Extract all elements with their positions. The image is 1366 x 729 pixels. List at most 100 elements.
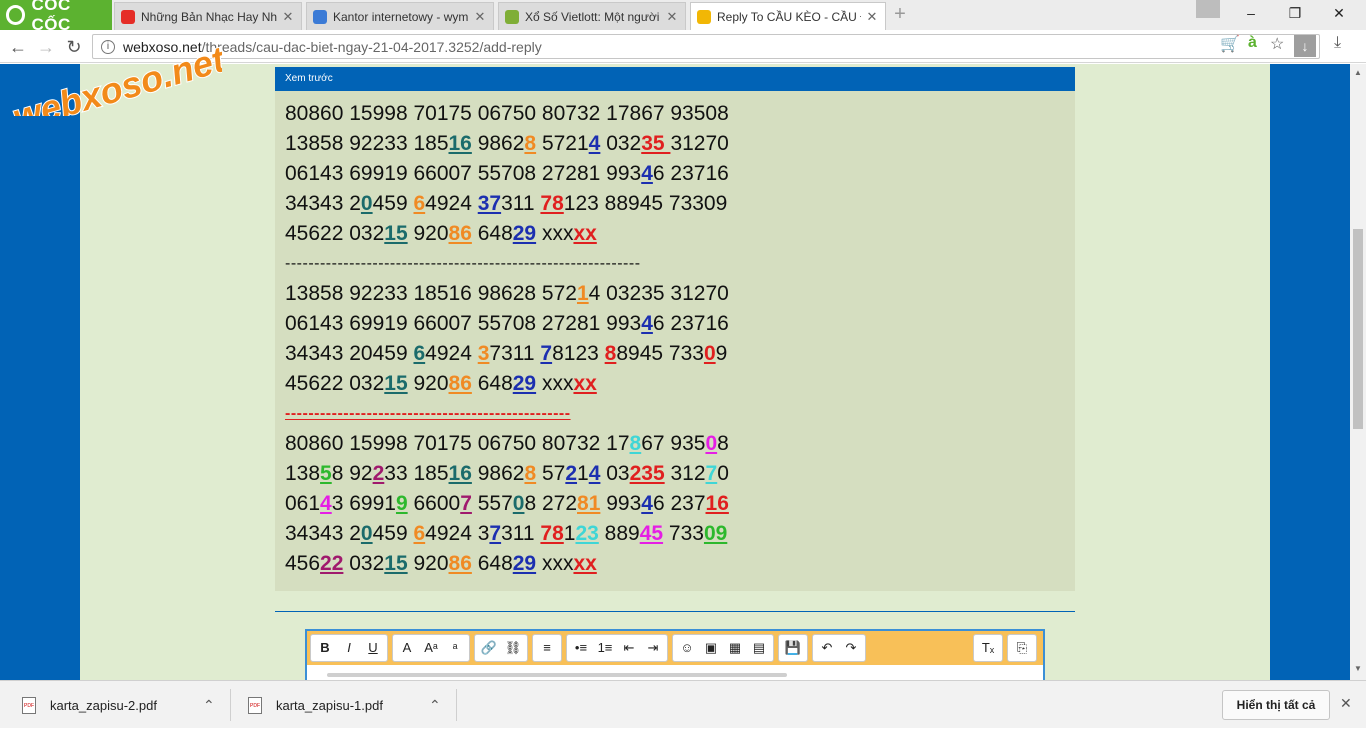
highlighted-digits: 15 (384, 552, 408, 575)
forward-icon[interactable]: → (34, 35, 58, 59)
scroll-thumb[interactable] (1353, 229, 1363, 429)
toolbar-group: Tₓ (973, 634, 1003, 662)
info-icon[interactable]: i (101, 39, 115, 54)
tab-2[interactable]: Kantor internetowy - wymi ✕ (306, 2, 494, 30)
number-text: 57 (536, 462, 566, 485)
reload-icon[interactable]: ↻ (62, 35, 86, 59)
tab-4[interactable]: Reply To CẦU KÈO - CẦU Đ ✕ (690, 2, 886, 30)
number-text: 6 23716 (652, 162, 729, 185)
number-text: 733 (663, 522, 704, 545)
link-button[interactable]: 🔗 (477, 636, 501, 660)
close-window-button[interactable]: ✕ (1316, 2, 1362, 24)
number-text: xxx (536, 552, 574, 575)
highlighted-digits: 235 (629, 462, 665, 485)
page-content: Xem trước 80860 15998 70175 06750 80732 … (0, 64, 1350, 680)
save-draft-button[interactable]: 💾 (781, 636, 805, 660)
number-text: 8945 733 (616, 342, 704, 365)
minimize-button[interactable]: – (1228, 2, 1274, 24)
tab-close-icon[interactable]: ✕ (865, 9, 879, 25)
url-host: webxoso.net (123, 38, 202, 55)
highlighted-digits: 35 (641, 132, 671, 155)
highlighted-digits: 0 (360, 522, 373, 545)
number-text: 0 (717, 462, 729, 485)
font-family-button[interactable]: ᵃ (443, 636, 467, 660)
toggle-source-button[interactable]: ⎘ (1010, 636, 1034, 660)
reply-editor[interactable]: B I U A Aᵃ ᵃ 🔗 ⛓ ≡ •≡ 1≡ ⇤ ⇥ ☺ ▣ ▦ ▤ 💾 ↶ ↷ Tₓ ⎘ (305, 629, 1045, 680)
number-text: 03 (600, 462, 630, 485)
number-row: 45622 03215 92086 64829 xxxxx (285, 219, 1065, 249)
tab-close-icon[interactable]: ✕ (665, 9, 679, 25)
toolbar-group: ↶ ↷ (812, 634, 866, 662)
number-text: 032 (343, 552, 385, 575)
highlighted-digits: 6 (413, 192, 426, 215)
font-size-button[interactable]: Aᵃ (419, 636, 443, 660)
text-color-button[interactable]: A (395, 636, 419, 660)
star-icon[interactable]: ☆ (1270, 34, 1284, 54)
address-bar[interactable]: i webxoso.net/threads/cau-dac-biet-ngay-… (92, 34, 1320, 59)
number-text: 459 (372, 522, 414, 545)
italic-button[interactable]: I (337, 636, 361, 660)
numbered-list-button[interactable]: 1≡ (593, 636, 617, 660)
number-text: 920 (407, 222, 449, 245)
number-text: 34343 20459 (285, 342, 414, 365)
undo-button[interactable]: ↶ (815, 636, 839, 660)
scroll-down-icon[interactable]: ▼ (1354, 664, 1362, 673)
close-icon[interactable]: ✕ (1340, 695, 1352, 712)
translate-icon[interactable]: à (1248, 34, 1257, 52)
chevron-up-icon[interactable]: ⌃ (429, 697, 441, 714)
highlighted-digits: 0 (703, 342, 716, 365)
number-row: 13858 92233 18516 98628 57214 03235 3127… (285, 129, 1065, 159)
number-text: 456 (285, 552, 321, 575)
underline-button[interactable]: U (361, 636, 385, 660)
align-button[interactable]: ≡ (535, 636, 559, 660)
highlighted-digits: 16 (448, 132, 472, 155)
smilie-button[interactable]: ☺ (675, 636, 699, 660)
tab-1[interactable]: Những Bản Nhạc Hay Nhất ✕ (114, 2, 302, 30)
coccoc-menu-button[interactable]: CỐC CỐC (0, 0, 112, 34)
restore-button[interactable]: ❐ (1272, 2, 1318, 24)
tab-close-icon[interactable]: ✕ (473, 9, 487, 25)
unlink-button[interactable]: ⛓ (501, 636, 525, 660)
number-text: 31270 (670, 132, 729, 155)
highlighted-digits: 2 (565, 462, 578, 485)
back-icon[interactable]: ← (6, 35, 30, 59)
highlighted-digits: 7 (489, 522, 502, 545)
page-scrollbar[interactable]: ▲ ▼ (1350, 64, 1366, 680)
remove-format-button[interactable]: Tₓ (976, 636, 1000, 660)
highlighted-digits: xx (573, 372, 597, 395)
profile-icon[interactable] (1196, 0, 1220, 18)
outdent-button[interactable]: ⇤ (617, 636, 641, 660)
tab-3[interactable]: Xổ Số Vietlott: Một người t ✕ (498, 2, 686, 30)
editor-scrollbar[interactable] (327, 673, 787, 677)
downloads-icon[interactable]: ⤓ (1334, 34, 1341, 52)
highlighted-digits: 45 (639, 522, 664, 545)
indent-button[interactable]: ⇥ (641, 636, 665, 660)
highlighted-digits: 8 (524, 462, 537, 485)
redo-button[interactable]: ↷ (839, 636, 863, 660)
number-text: 06143 69919 66007 55708 27281 993 (285, 162, 642, 185)
number-text: 648 (471, 222, 513, 245)
number-text: 311 (501, 192, 541, 215)
number-row: 34343 20459 64924 37311 78123 88945 7330… (285, 189, 1065, 219)
number-text: 8 (717, 432, 729, 455)
download-item[interactable]: PDF karta_zapisu-2.pdf ⌃ (22, 681, 215, 729)
download-filename: karta_zapisu-2.pdf (50, 697, 157, 713)
scroll-up-icon[interactable]: ▲ (1354, 68, 1362, 77)
number-text: 4924 (425, 342, 478, 365)
highlighted-digits: xx (573, 552, 597, 575)
bullet-list-button[interactable]: •≡ (569, 636, 593, 660)
highlighted-digits: 4 (641, 312, 653, 335)
highlighted-digits: 4 (320, 492, 332, 515)
highlighted-digits: 29 (512, 552, 537, 575)
quote-button[interactable]: ▤ (747, 636, 771, 660)
new-tab-button[interactable]: + (890, 4, 910, 24)
chevron-up-icon[interactable]: ⌃ (203, 697, 215, 714)
cart-icon[interactable]: 🛒 (1220, 34, 1240, 54)
download-item[interactable]: PDF karta_zapisu-1.pdf ⌃ (248, 681, 441, 729)
media-button[interactable]: ▦ (723, 636, 747, 660)
show-all-downloads-button[interactable]: Hiển thị tất cả (1222, 690, 1330, 720)
tab-close-icon[interactable]: ✕ (281, 9, 295, 25)
bold-button[interactable]: B (313, 636, 337, 660)
download-icon[interactable]: ↓ (1294, 35, 1316, 57)
image-button[interactable]: ▣ (699, 636, 723, 660)
